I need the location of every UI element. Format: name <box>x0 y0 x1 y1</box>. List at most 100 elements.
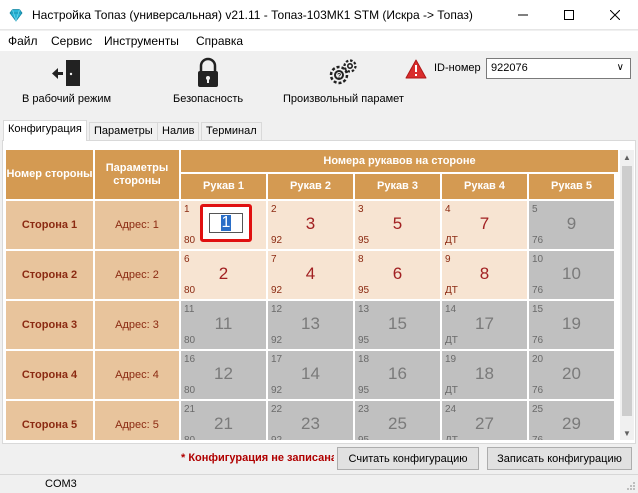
nozzle-cell[interactable]: 212180 <box>181 401 266 440</box>
nozzle-grid: Номер стороны Параметры стороны Номера р… <box>6 150 618 440</box>
com-port-status: COM3 <box>45 478 77 490</box>
nozzle-cell[interactable]: 12 13 92 <box>268 301 353 349</box>
nozzle-cell[interactable]: 2 3 92 <box>268 201 353 249</box>
fuel-type: 80 <box>184 435 195 440</box>
fuel-type: 95 <box>358 335 370 346</box>
nozzle-cell[interactable]: 8 6 95 <box>355 251 440 299</box>
pump-nozzle-number: 11 <box>214 314 233 333</box>
side-label-3[interactable]: Сторона 3 <box>6 301 93 349</box>
side-label-1[interactable]: Сторона 1 <box>6 201 93 249</box>
fuel-type: 76 <box>532 385 544 396</box>
scroll-up-icon[interactable]: ▲ <box>620 150 634 164</box>
fuel-type: 76 <box>532 285 544 296</box>
nozzle-cell[interactable]: 232595 <box>355 401 440 440</box>
tab-configuration[interactable]: Конфигурация <box>3 120 87 141</box>
pump-nozzle-number: 29 <box>562 414 581 433</box>
work-mode-label: В рабочий режим <box>22 93 112 105</box>
fuel-type: 92 <box>271 285 283 296</box>
menu-help[interactable]: Справка <box>196 34 243 48</box>
header-nozzle-3: Рукав 3 <box>355 174 440 199</box>
nozzle-cell[interactable]: 10 10 76 <box>529 251 614 299</box>
nozzle-edit-field[interactable]: 1 <box>209 213 243 233</box>
read-config-button[interactable]: Считать конфигурацию <box>337 447 479 470</box>
pump-nozzle-number: 2 <box>218 264 229 283</box>
minimize-button[interactable] <box>500 0 546 30</box>
side-address-1[interactable]: Адрес: 1 <box>95 201 179 249</box>
nozzle-cell[interactable]: 4 7 ДТ <box>442 201 527 249</box>
svg-text:?: ? <box>337 73 341 80</box>
resize-grip-icon[interactable] <box>626 481 636 491</box>
security-button[interactable]: Безопасность <box>173 57 243 105</box>
pump-nozzle-number: 10 <box>562 264 581 283</box>
nozzle-cell[interactable]: 252976 <box>529 401 614 440</box>
unsaved-config-note: * Конфигурация не записана <box>181 452 334 464</box>
custom-param-label: Произвольный парамет <box>283 93 404 105</box>
pump-nozzle-number: 3 <box>305 214 316 233</box>
vertical-scrollbar[interactable]: ▲ ▼ <box>620 150 634 440</box>
pump-nozzle-number: 12 <box>214 364 233 383</box>
pump-nozzle-number: 5 <box>392 214 403 233</box>
nozzle-cell[interactable]: 3 5 95 <box>355 201 440 249</box>
pump-nozzle-number: 25 <box>388 414 407 433</box>
nozzle-cell[interactable]: 18 16 95 <box>355 351 440 399</box>
close-button[interactable] <box>592 0 638 30</box>
write-config-button[interactable]: Записать конфигурацию <box>487 447 632 470</box>
toolbar: В рабочий режим Безопасность ? Произволь… <box>0 51 638 117</box>
nozzle-cell[interactable]: 14 17 ДТ <box>442 301 527 349</box>
side-address-4[interactable]: Адрес: 4 <box>95 351 179 399</box>
maximize-button[interactable] <box>546 0 592 30</box>
configuration-panel: Номер стороны Параметры стороны Номера р… <box>2 140 636 444</box>
side-address-2[interactable]: Адрес: 2 <box>95 251 179 299</box>
side-address-3[interactable]: Адрес: 3 <box>95 301 179 349</box>
fuel-type: 92 <box>271 435 282 440</box>
custom-param-button[interactable]: ? Произвольный парамет <box>283 57 404 105</box>
menu-file[interactable]: Файл <box>8 34 38 48</box>
tab-terminal[interactable]: Терминал <box>201 122 262 140</box>
menu-tools[interactable]: Инструменты <box>104 34 179 48</box>
nozzle-cell[interactable]: 11 11 80 <box>181 301 266 349</box>
side-label-5[interactable]: Сторона 5 <box>6 401 93 440</box>
nozzle-cell[interactable]: 15 19 76 <box>529 301 614 349</box>
nozzle-cell[interactable]: 17 14 92 <box>268 351 353 399</box>
scroll-down-icon[interactable]: ▼ <box>620 426 634 440</box>
pump-nozzle-number: 7 <box>479 214 490 233</box>
tab-parameters[interactable]: Параметры <box>89 122 158 140</box>
fuel-type: 95 <box>358 285 370 296</box>
warning-icon <box>405 59 427 79</box>
side-label-2[interactable]: Сторона 2 <box>6 251 93 299</box>
fuel-type: 95 <box>358 435 369 440</box>
pump-nozzle-number: 21 <box>214 414 233 433</box>
pump-nozzle-number: 6 <box>392 264 403 283</box>
nozzle-cell[interactable]: 1 1 80 <box>181 201 266 249</box>
padlock-icon <box>198 57 219 87</box>
app-diamond-icon <box>9 9 23 22</box>
exit-door-icon <box>51 60 80 86</box>
nozzle-cell[interactable]: 13 15 95 <box>355 301 440 349</box>
nozzle-cell[interactable]: 19 18 ДТ <box>442 351 527 399</box>
side-address-5[interactable]: Адрес: 5 <box>95 401 179 440</box>
nozzle-edit-value: 1 <box>220 214 232 231</box>
fuel-type: ДТ <box>445 435 458 440</box>
side-label-4[interactable]: Сторона 4 <box>6 351 93 399</box>
pump-nozzle-number: 9 <box>566 214 577 233</box>
nozzle-cell[interactable]: 20 20 76 <box>529 351 614 399</box>
scroll-thumb[interactable] <box>622 166 632 416</box>
work-mode-button[interactable]: В рабочий режим <box>22 57 111 105</box>
fuel-type: 76 <box>532 235 544 246</box>
security-label: Безопасность <box>173 93 244 105</box>
header-nozzle-5: Рукав 5 <box>529 174 614 199</box>
fuel-type: 80 <box>184 285 196 296</box>
nozzle-cell[interactable]: 9 8 ДТ <box>442 251 527 299</box>
nozzle-cell[interactable]: 16 12 80 <box>181 351 266 399</box>
id-number-select[interactable]: 922076 ∨ <box>486 58 631 79</box>
nozzle-cell[interactable]: 2427ДТ <box>442 401 527 440</box>
tab-filling[interactable]: Налив <box>157 122 200 140</box>
pump-nozzle-number: 18 <box>475 364 494 383</box>
nozzle-cell[interactable]: 6 2 80 <box>181 251 266 299</box>
pump-nozzle-number: 17 <box>475 314 494 333</box>
nozzle-cell[interactable]: 222392 <box>268 401 353 440</box>
nozzle-cell[interactable]: 7 4 92 <box>268 251 353 299</box>
menu-service[interactable]: Сервис <box>51 34 92 48</box>
nozzle-cell[interactable]: 5 9 76 <box>529 201 614 249</box>
minimize-icon <box>518 14 528 16</box>
